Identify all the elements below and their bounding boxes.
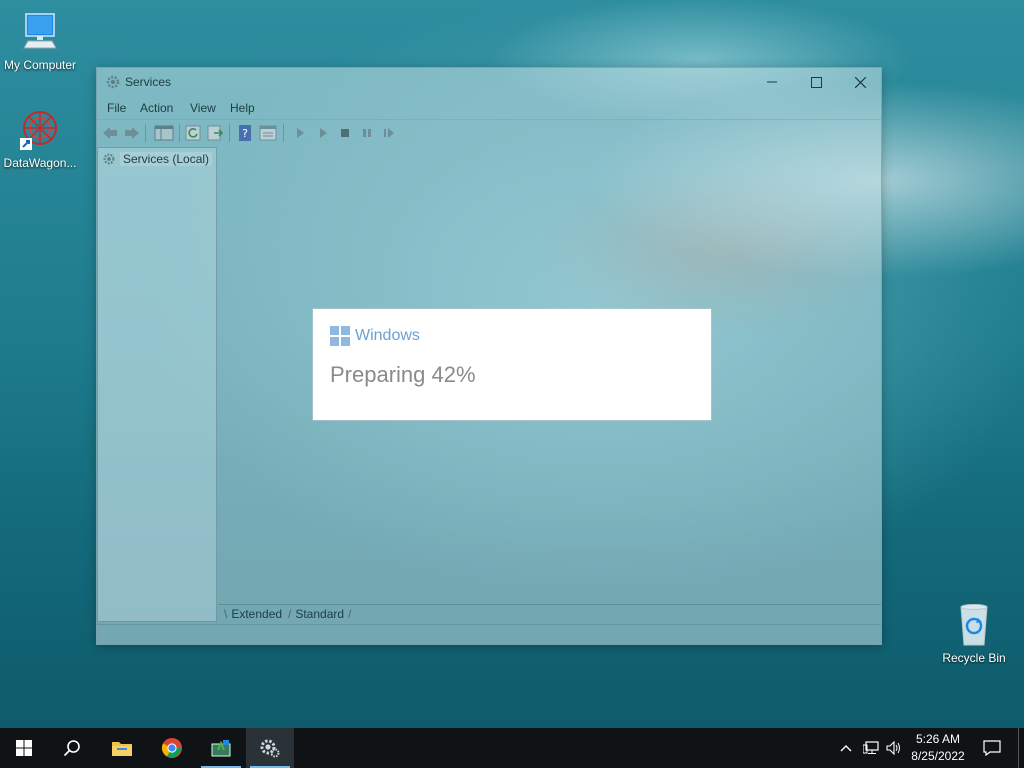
tab-label: Standard [295,607,345,621]
preparing-dialog: Windows Preparing 42% [313,309,711,420]
taskbar: 5:26 AM 8/25/2022 [0,728,1024,768]
title-bar[interactable]: Services [97,68,881,96]
network-tool-icon [211,740,231,757]
view-tabs: \ Extended / Standard / [218,604,881,624]
refresh-icon[interactable] [185,125,201,141]
services-gear-icon [103,153,115,165]
taskbar-clock[interactable]: 5:26 AM 8/25/2022 [905,731,971,765]
services-taskbar-button[interactable] [246,728,294,768]
windows-logo-icon [330,326,350,346]
start-service-icon[interactable] [292,125,308,141]
action-center-button[interactable] [978,728,1006,768]
tab-standard[interactable]: / Standard / [288,607,351,623]
stop-service-icon[interactable] [337,125,353,141]
search-button[interactable] [48,728,96,768]
tree-item-services-local[interactable]: Services (Local) [102,151,213,167]
services-gear-icon [105,74,121,93]
recycle-bin-icon [960,604,988,646]
window-title: Services [125,75,172,89]
tab-edge: / [348,607,352,621]
monitor-icon [23,13,57,49]
minimize-button[interactable] [749,68,794,96]
file-explorer-icon [112,742,132,756]
search-icon [63,740,80,757]
desktop-icon-my-computer[interactable]: My Computer [0,10,80,72]
toolbar-separator [145,124,146,142]
console-tree: Services (Local) [97,147,217,622]
desktop-icon-datawagon[interactable]: DataWagon... [0,108,80,170]
menu-file[interactable]: File [107,101,126,115]
svg-text:?: ? [242,127,248,140]
start-button[interactable] [0,728,48,768]
dialog-status-text: Preparing 42% [330,362,476,387]
toolbar-separator [179,124,180,142]
datawagon-icon [20,111,57,150]
volume-icon[interactable] [886,740,902,756]
tree-item-label: Services (Local) [120,152,213,166]
toolbar-separator [229,124,230,142]
toolbar-separator [283,124,284,142]
desktop-icon-label: My Computer [3,58,77,72]
desktop-icon-recycle-bin[interactable]: Recycle Bin [934,603,1014,665]
dialog-brand-name: Windows [355,327,420,344]
network-tool-button[interactable] [197,728,245,768]
show-desktop-button[interactable] [1018,728,1024,768]
menu-view[interactable]: View [190,101,216,115]
desktop-icon-label: Recycle Bin [942,651,1006,665]
dialog-brand: Windows [330,326,420,346]
menu-bar: File Action View Help [97,98,881,118]
tab-extended[interactable]: \ Extended [224,607,286,623]
file-explorer-button[interactable] [98,728,146,768]
close-icon [855,76,866,88]
minimize-icon [766,81,777,83]
maximize-icon [811,76,822,88]
notification-icon [983,740,1001,756]
pause-service-icon[interactable] [359,125,375,141]
toolbar: ? [97,119,881,145]
chrome-icon [161,738,182,758]
menu-help[interactable]: Help [230,101,255,115]
status-bar [97,624,881,644]
menu-action[interactable]: Action [140,101,173,115]
restart-service-icon[interactable] [381,125,397,141]
forward-icon[interactable] [124,125,140,141]
chrome-button[interactable] [148,728,196,768]
maximize-button[interactable] [794,68,839,96]
start-icon [16,740,32,756]
export-list-icon[interactable] [207,125,223,141]
start-service-alt-icon[interactable] [315,125,331,141]
tab-label: Extended [231,607,283,621]
back-icon[interactable] [102,125,118,141]
services-icon [260,739,280,758]
show-hide-console-tree-icon[interactable] [154,125,174,141]
show-hidden-icons-chevron-icon[interactable] [838,740,854,756]
properties-icon[interactable] [259,125,277,141]
desktop-icon-label: DataWagon... [3,156,77,170]
clock-time: 5:26 AM [915,732,961,746]
clock-date: 8/25/2022 [911,749,965,763]
network-icon[interactable] [863,740,879,756]
help-icon[interactable]: ? [237,125,253,141]
close-button[interactable] [838,68,883,96]
